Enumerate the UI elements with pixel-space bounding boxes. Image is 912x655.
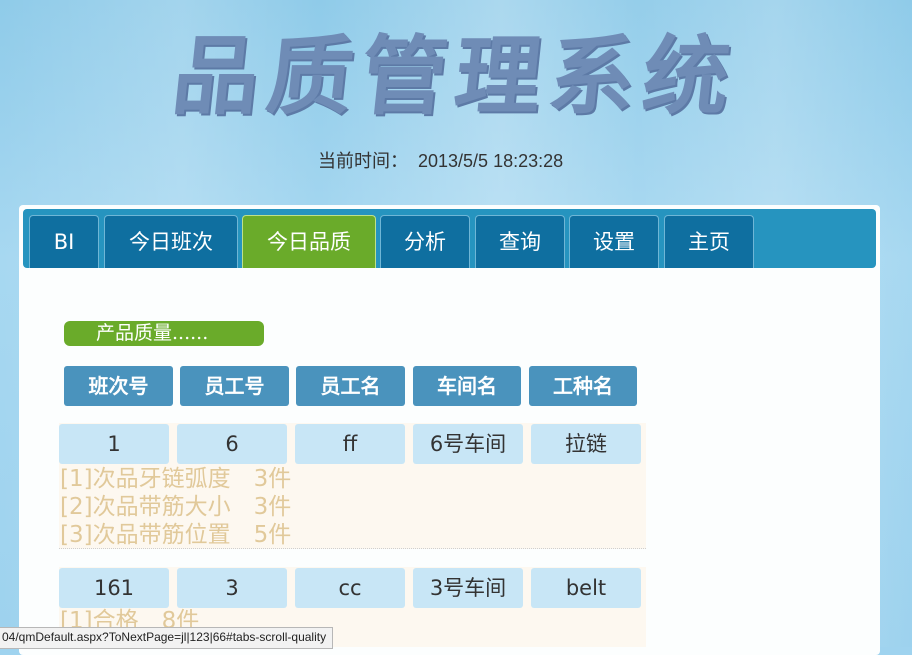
record-cell-workshop[interactable]: 3号车间 — [413, 568, 523, 608]
tab-analysis[interactable]: 分析 — [380, 215, 470, 268]
record-cell-shift[interactable]: 161 — [59, 568, 169, 608]
record-cell-shift[interactable]: 1 — [59, 424, 169, 464]
record-detail-line: [3]次品带筋位置 5件 — [60, 522, 292, 548]
column-header-employee-id: 员工号 — [180, 366, 289, 406]
tab-today-quality[interactable]: 今日品质 — [242, 215, 376, 268]
record-cell-job-type[interactable]: belt — [531, 568, 641, 608]
record-cell-employee-name[interactable]: cc — [295, 568, 405, 608]
record-detail-line: [2]次品带筋大小 3件 — [60, 494, 292, 520]
column-header-workshop: 车间名 — [413, 366, 521, 406]
app-title: 品质管理系统 — [167, 27, 743, 127]
current-time-label: 当前时间： — [318, 151, 408, 171]
record-cell-employee-id[interactable]: 6 — [177, 424, 287, 464]
column-header-job-type: 工种名 — [529, 366, 637, 406]
record-detail-line: [1]次品牙链弧度 3件 — [60, 466, 292, 492]
current-time-value: 2013/5/5 18:23:28 — [418, 151, 564, 171]
tab-today-shift[interactable]: 今日班次 — [104, 215, 238, 268]
tab-bar: BI 今日班次 今日品质 分析 查询 设置 主页 — [23, 209, 876, 268]
current-time: 当前时间： 2013/5/5 18:23:28 — [318, 147, 563, 173]
record-cell-workshop[interactable]: 6号车间 — [413, 424, 523, 464]
tab-query[interactable]: 查询 — [475, 215, 565, 268]
tab-settings[interactable]: 设置 — [569, 215, 659, 268]
column-header-employee-name: 员工名 — [296, 366, 405, 406]
record-cell-job-type[interactable]: 拉链 — [531, 424, 641, 464]
tab-bi[interactable]: BI — [29, 215, 99, 268]
column-header-shift: 班次号 — [64, 366, 173, 406]
section-title: 产品质量...... — [64, 321, 264, 346]
tab-home[interactable]: 主页 — [664, 215, 754, 268]
record-cell-employee-id[interactable]: 3 — [177, 568, 287, 608]
record-cell-employee-name[interactable]: ff — [295, 424, 405, 464]
record-separator — [59, 548, 646, 549]
status-bar-url: 04/qmDefault.aspx?ToNextPage=jl|123|66#t… — [0, 627, 334, 649]
